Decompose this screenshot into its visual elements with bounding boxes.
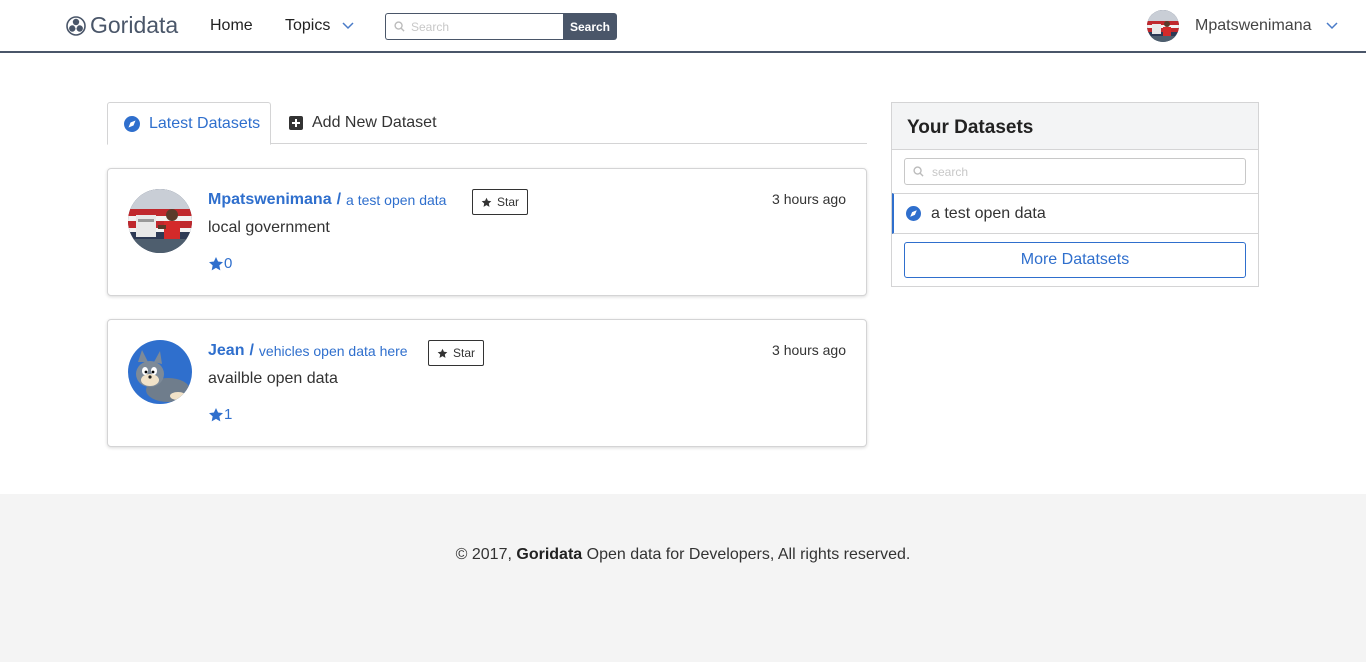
star-icon — [481, 197, 492, 207]
timestamp: 3 hours ago — [772, 342, 846, 358]
dataset-description: availble open data — [208, 370, 338, 387]
tab-latest-label: Latest Datasets — [149, 114, 261, 132]
panel-search-box — [904, 158, 1246, 185]
star-count: 0 — [208, 255, 232, 272]
dataset-link[interactable]: vehicles open data here — [259, 343, 408, 359]
compass-icon — [124, 115, 140, 132]
footer-brand: Goridata — [516, 546, 583, 563]
search-icon — [394, 21, 405, 32]
footer-copyright: © 2017, Goridata Open data for Developer… — [0, 546, 1366, 564]
tab-add-new-dataset[interactable]: Add New Dataset — [289, 102, 437, 144]
nav-topics-dropdown[interactable]: Topics — [285, 17, 354, 35]
footer-suffix: Open data for Developers, All rights res… — [586, 546, 911, 563]
more-datasets-button[interactable]: More Datatsets — [904, 242, 1246, 278]
footer-prefix: © 2017, — [455, 546, 512, 563]
dataset-feed-item: Mpatswenimana / a test open data Star 3 … — [107, 168, 867, 296]
owner-separator: / — [249, 342, 254, 359]
page-footer: © 2017, Goridata Open data for Developer… — [0, 494, 1366, 662]
timestamp: 3 hours ago — [772, 191, 846, 207]
top-navbar: Goridata Home Topics Search Search Mpats… — [0, 0, 1366, 53]
dataset-tabs: Latest Datasets Add New Dataset — [107, 102, 867, 145]
owner-avatar[interactable] — [128, 340, 192, 404]
nav-topics-label: Topics — [285, 17, 331, 34]
star-icon — [209, 407, 223, 421]
nav-home-link[interactable]: Home — [210, 17, 253, 35]
owner-link[interactable]: Mpatswenimana — [208, 191, 332, 209]
panel-search-input[interactable] — [932, 164, 1232, 179]
brand-name: Goridata — [90, 12, 179, 38]
star-count-value: 0 — [224, 255, 233, 272]
user-name: Mpatswenimana — [1195, 17, 1312, 34]
panel-title: Your Datasets — [892, 103, 1258, 150]
nav-search-form: Search — [385, 13, 617, 40]
star-icon — [437, 348, 448, 358]
nav-search-button[interactable]: Search — [563, 13, 617, 40]
search-icon — [913, 166, 924, 177]
star-count: 1 — [208, 406, 232, 423]
your-dataset-label: a test open data — [931, 204, 1046, 222]
star-button-label: Star — [453, 346, 476, 360]
owner-avatar[interactable] — [128, 189, 192, 253]
star-button[interactable]: Star — [428, 340, 485, 366]
user-avatar — [1147, 10, 1179, 42]
feed-item-header: Mpatswenimana / a test open data — [208, 191, 446, 209]
owner-link[interactable]: Jean — [208, 342, 244, 360]
star-icon — [209, 256, 223, 270]
nav-search-input[interactable] — [411, 19, 551, 34]
user-menu-dropdown[interactable]: Mpatswenimana — [1147, 10, 1338, 42]
chevron-down-icon — [1325, 22, 1338, 30]
chevron-down-icon — [342, 22, 354, 30]
your-dataset-item[interactable]: a test open data — [892, 193, 1258, 234]
compass-icon — [906, 206, 921, 221]
star-button[interactable]: Star — [472, 189, 529, 215]
dataset-feed-item: Jean / vehicles open data here Star 3 ho… — [107, 319, 867, 447]
your-datasets-panel: Your Datasets a test open data More Data… — [891, 102, 1259, 287]
owner-separator: / — [336, 191, 342, 208]
nav-search-box — [385, 13, 563, 40]
feed-item-header: Jean / vehicles open data here — [208, 342, 408, 360]
plus-square-icon — [289, 116, 303, 130]
goridata-logo-icon — [66, 15, 86, 36]
star-count-value: 1 — [224, 406, 233, 423]
tab-latest-datasets[interactable]: Latest Datasets — [107, 102, 271, 145]
dataset-description: local government — [208, 219, 330, 236]
dataset-link[interactable]: a test open data — [346, 192, 446, 208]
star-button-label: Star — [497, 195, 520, 209]
tab-add-label: Add New Dataset — [312, 114, 437, 131]
brand-logo-link[interactable]: Goridata — [66, 12, 178, 39]
